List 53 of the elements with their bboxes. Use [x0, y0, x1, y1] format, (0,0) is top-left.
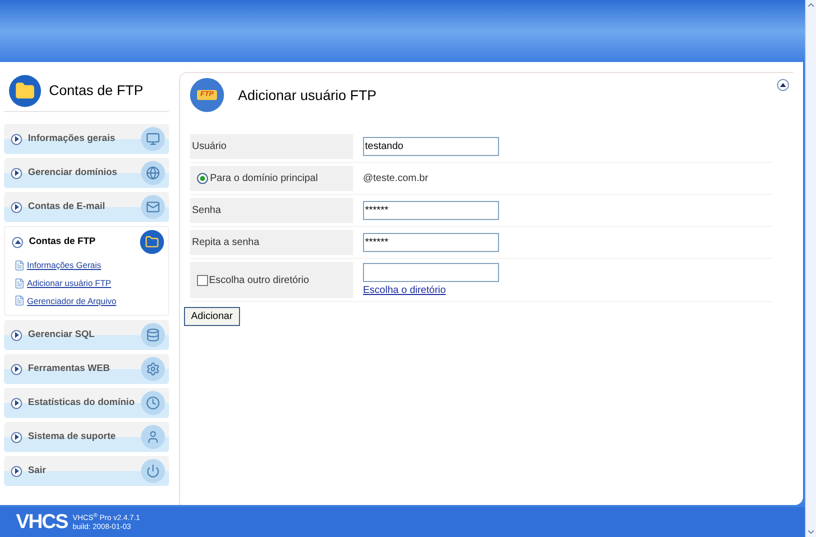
logo: VHCS [16, 512, 68, 532]
collapse-icon[interactable] [777, 79, 789, 91]
monitor-icon [141, 127, 165, 151]
expand-icon [11, 364, 22, 375]
clock-icon [141, 391, 165, 416]
database-icon [141, 323, 165, 348]
radio-button[interactable] [197, 173, 208, 184]
menu-item[interactable]: Informações gerais [4, 124, 169, 154]
menu-item[interactable]: Contas de FTP [5, 227, 168, 257]
directory-link[interactable]: Escolha o diretório [363, 282, 499, 298]
input-field[interactable]: testando [363, 137, 499, 156]
field-label: Repita a senha [192, 236, 260, 250]
menu-item[interactable]: Gerenciar SQL [4, 320, 169, 350]
expand-icon [11, 330, 22, 341]
input-field[interactable]: ****** [363, 233, 499, 252]
folder-icon [9, 74, 41, 106]
input-field[interactable] [363, 262, 499, 282]
collapse-icon [12, 236, 23, 248]
gear-icon [141, 357, 165, 382]
radio-label: Para o domínio principal [210, 172, 318, 186]
envelope-icon [141, 195, 165, 219]
menu-item[interactable]: Ferramentas WEB [4, 354, 169, 384]
folder-icon [140, 230, 164, 254]
sidebar-title: Contas de FTP [49, 81, 144, 100]
field-label: Usuário [192, 140, 226, 154]
page-icon [14, 295, 25, 306]
expand-icon [11, 168, 22, 178]
page-icon [14, 278, 25, 289]
page-icon [14, 260, 25, 271]
menu-item[interactable]: Sair [4, 456, 169, 486]
expand-icon [11, 202, 22, 212]
domain-text: @teste.com.br [363, 172, 428, 186]
menu-item[interactable]: Sistema de suporte [4, 422, 169, 452]
panel-title: Adicionar usuário FTP [238, 86, 377, 104]
menu-item[interactable]: Estatísticas do domínio [4, 388, 169, 418]
expand-icon [11, 134, 22, 144]
globe-icon [141, 161, 165, 185]
checkbox-label: Escolha outro diretório [209, 274, 310, 288]
expand-icon [11, 432, 22, 443]
submenu-link[interactable]: Gerenciador de Arquivo [27, 294, 116, 308]
input-field[interactable]: ****** [363, 201, 499, 220]
person-icon [141, 425, 165, 450]
checkbox[interactable] [197, 274, 208, 286]
expand-icon [11, 466, 22, 477]
menu-item[interactable]: Gerenciar domínios [4, 158, 169, 188]
expand-icon [11, 398, 22, 409]
menu-item[interactable]: Contas de E-mail [4, 192, 169, 222]
scrollbar[interactable] [805, 0, 816, 537]
submenu-link[interactable]: Informações Gerais [27, 259, 102, 272]
power-icon [141, 459, 165, 484]
submenu-link[interactable]: Adicionar usuário FTP [27, 276, 112, 290]
add-button[interactable]: Adicionar [184, 307, 240, 326]
field-label: Senha [192, 204, 221, 218]
